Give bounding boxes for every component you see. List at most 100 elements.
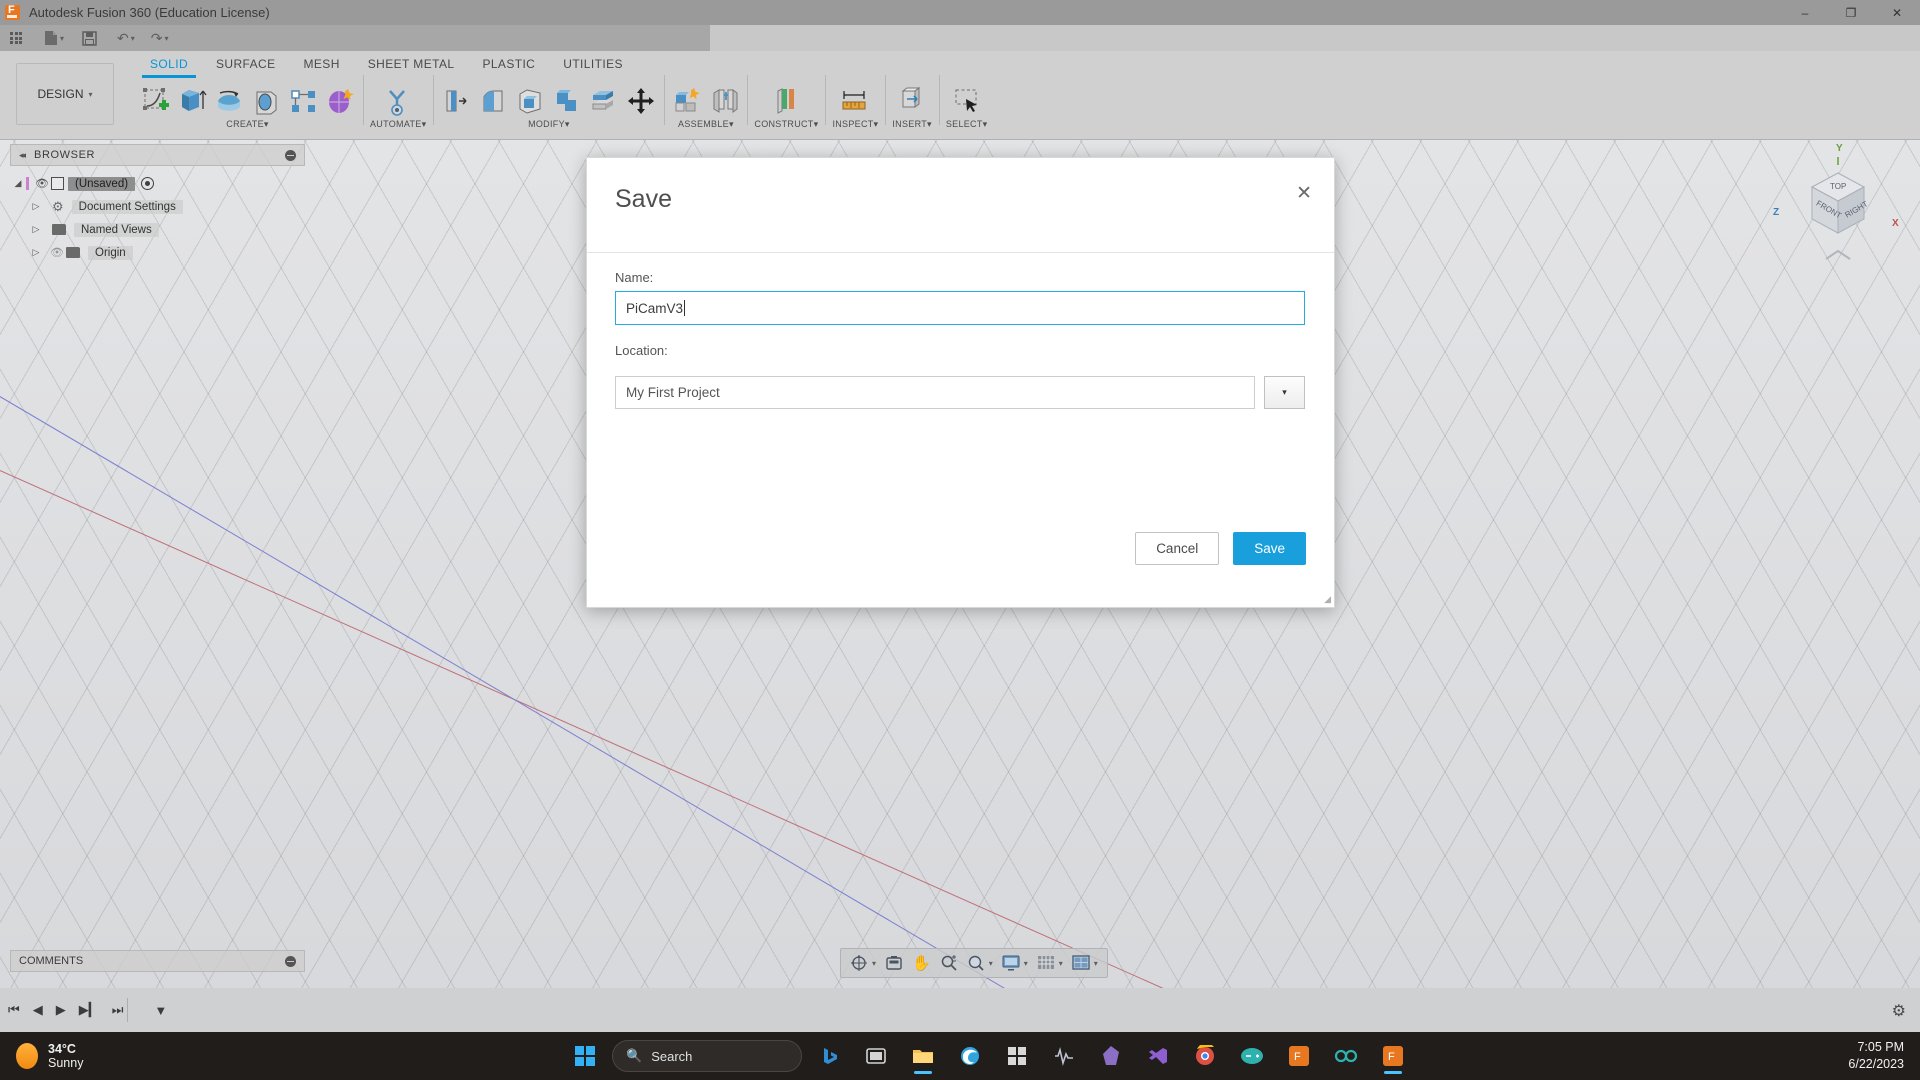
move-copy-icon[interactable]	[625, 85, 657, 117]
tree-node-named-views[interactable]: ▷ Named Views	[10, 218, 310, 241]
link-app-icon[interactable]	[1326, 1036, 1366, 1076]
view-cube[interactable]: TOP FRONT RIGHT Y Z X	[1782, 155, 1894, 267]
close-button[interactable]: ✕	[1874, 0, 1920, 25]
fusion360-second-icon[interactable]: F	[1373, 1036, 1413, 1076]
look-at-icon[interactable]	[882, 952, 906, 974]
grid-snaps-icon[interactable]: ▾	[1034, 952, 1066, 974]
tree-label-named-views[interactable]: Named Views	[74, 223, 159, 237]
location-input-value: My First Project	[626, 385, 720, 400]
display-caret-icon[interactable]: ▾	[1024, 959, 1028, 968]
visual-studio-icon[interactable]	[1138, 1036, 1178, 1076]
tree-label-origin[interactable]: Origin	[88, 246, 133, 260]
cancel-button[interactable]: Cancel	[1135, 532, 1219, 565]
task-view-icon[interactable]	[856, 1036, 896, 1076]
expand-triangle-icon[interactable]: ▷	[28, 224, 44, 235]
viewports-icon[interactable]: ▾	[1069, 952, 1101, 974]
new-doc-caret-icon[interactable]: ▾	[60, 34, 64, 43]
edge-browser-icon[interactable]	[950, 1036, 990, 1076]
grid-caret-icon[interactable]: ▾	[1059, 959, 1063, 968]
new-component-icon[interactable]	[671, 85, 703, 117]
bing-chat-icon[interactable]	[809, 1036, 849, 1076]
filter-funnel-icon[interactable]: ▼	[154, 1003, 167, 1018]
extrude-icon[interactable]	[176, 85, 208, 117]
offset-face-icon[interactable]	[588, 85, 620, 117]
redo-icon[interactable]: ↷▾	[147, 25, 173, 51]
press-pull-icon[interactable]	[440, 85, 472, 117]
microsoft-store-icon[interactable]	[997, 1036, 1037, 1076]
automate-hole-icon[interactable]	[382, 85, 414, 117]
tree-node-origin[interactable]: ▷ 👁 Origin	[10, 241, 310, 264]
fit-caret-icon[interactable]: ▾	[989, 959, 993, 968]
zoom-icon[interactable]	[937, 952, 961, 974]
expand-triangle-icon[interactable]: ▷	[28, 247, 44, 258]
combine-icon[interactable]	[551, 85, 583, 117]
minimize-panel-icon[interactable]	[285, 150, 296, 161]
fillet-icon[interactable]	[477, 85, 509, 117]
sweep-icon[interactable]	[250, 85, 282, 117]
go-to-end-icon[interactable]: ⏭	[112, 1002, 124, 1018]
redo-caret-icon[interactable]: ▾	[165, 34, 169, 43]
location-input[interactable]: My First Project	[615, 376, 1255, 409]
arduino-ide-icon[interactable]	[1232, 1036, 1272, 1076]
play-icon[interactable]: ▶	[56, 1002, 66, 1018]
tree-label-unsaved[interactable]: (Unsaved)	[68, 177, 135, 191]
maximize-button[interactable]: ❐	[1828, 0, 1874, 25]
expand-triangle-icon[interactable]: ◢	[10, 178, 26, 189]
orbit-caret-icon[interactable]: ▾	[872, 959, 876, 968]
joint-icon[interactable]	[708, 85, 740, 117]
comments-minimize-icon[interactable]	[285, 956, 296, 967]
dialog-close-icon[interactable]: ✕	[1296, 184, 1312, 203]
obsidian-icon[interactable]	[1091, 1036, 1131, 1076]
go-to-beginning-icon[interactable]: ⏮	[8, 1002, 20, 1018]
rib-icon[interactable]	[287, 85, 319, 117]
undo-icon[interactable]: ↶▾	[113, 25, 139, 51]
app-grid-icon[interactable]	[6, 25, 26, 51]
new-document-icon[interactable]: ▾	[40, 25, 68, 51]
minimize-button[interactable]: –	[1782, 0, 1828, 25]
activate-target-icon[interactable]	[141, 177, 154, 190]
browser-panel-header[interactable]: ◂◂ BROWSER	[10, 144, 305, 166]
timeline-settings-gear-icon[interactable]: ⚙	[1892, 1001, 1906, 1021]
tree-label-document-settings[interactable]: Document Settings	[72, 200, 183, 214]
viewcube-top-label[interactable]: TOP	[1830, 182, 1846, 191]
pan-hand-icon[interactable]: ✋	[909, 952, 934, 974]
search-input[interactable]: 🔍 Search	[612, 1040, 802, 1072]
collapse-panel-icon[interactable]: ◂◂	[19, 150, 24, 161]
hidden-eye-icon[interactable]: 👁	[48, 246, 66, 259]
tree-node-unsaved[interactable]: ◢ 👁 (Unsaved)	[10, 172, 310, 195]
save-icon[interactable]	[78, 25, 101, 51]
display-settings-icon[interactable]: ▾	[999, 952, 1031, 974]
insert-derive-icon[interactable]	[896, 85, 928, 117]
comments-panel-header[interactable]: COMMENTS	[10, 950, 305, 972]
tree-node-document-settings[interactable]: ▷ ⚙ Document Settings	[10, 195, 310, 218]
orbit-icon[interactable]: ▾	[847, 952, 879, 974]
viewports-caret-icon[interactable]: ▾	[1094, 959, 1098, 968]
system-clock[interactable]: 7:05 PM 6/22/2023	[1848, 1032, 1904, 1080]
revolve-icon[interactable]	[213, 85, 245, 117]
weather-widget[interactable]: 34°C Sunny	[0, 1042, 83, 1071]
resize-grip-icon[interactable]: ◢	[1324, 594, 1331, 605]
fit-icon[interactable]: ▾	[964, 952, 996, 974]
audio-editor-icon[interactable]	[1044, 1036, 1084, 1076]
expand-triangle-icon[interactable]: ▷	[28, 201, 44, 212]
ribbon-group-assemble: ASSEMBLE▾	[664, 73, 747, 139]
select-window-icon[interactable]	[951, 85, 983, 117]
workspace-switcher[interactable]: DESIGN ▾	[16, 63, 114, 125]
visible-eye-icon[interactable]: 👁	[33, 177, 51, 190]
undo-caret-icon[interactable]: ▾	[131, 34, 135, 43]
location-dropdown-button[interactable]: ▾	[1264, 376, 1305, 409]
file-explorer-icon[interactable]	[903, 1036, 943, 1076]
fusion360-icon[interactable]: F	[1279, 1036, 1319, 1076]
save-button[interactable]: Save	[1233, 532, 1306, 565]
windows-start-icon[interactable]	[565, 1036, 605, 1076]
create-form-icon[interactable]	[324, 85, 356, 117]
step-back-icon[interactable]: ◀	[33, 1002, 43, 1018]
measure-icon[interactable]	[839, 85, 871, 117]
chrome-browser-icon[interactable]	[1185, 1036, 1225, 1076]
step-forward-icon[interactable]: ▶▎	[79, 1002, 99, 1018]
shell-icon[interactable]	[514, 85, 546, 117]
create-sketch-icon[interactable]	[139, 85, 171, 117]
group-label-automate: AUTOMATE▾	[370, 119, 426, 130]
offset-plane-icon[interactable]	[770, 85, 802, 117]
name-input[interactable]: PiCamV3	[615, 291, 1305, 325]
